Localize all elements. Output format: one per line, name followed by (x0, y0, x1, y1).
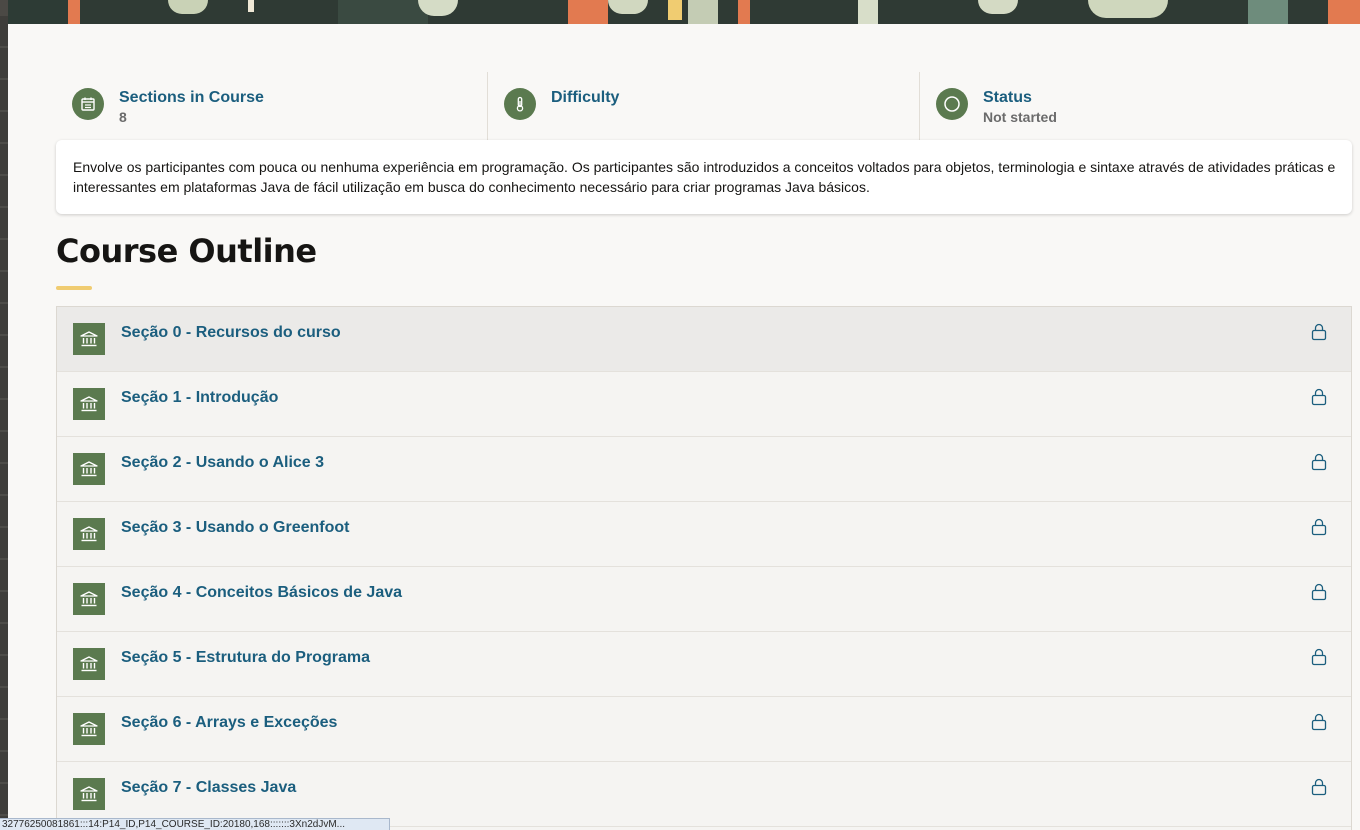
stat-title: Difficulty (551, 89, 620, 106)
section-title-link[interactable]: Seção 7 - Classes Java (121, 779, 296, 797)
stat-value: 8 (119, 109, 127, 125)
lock-icon (1311, 583, 1327, 601)
stat-title: Status (983, 89, 1032, 106)
stat-status: Status Not started (920, 72, 1352, 140)
section-title-link[interactable]: Seção 4 - Conceitos Básicos de Java (121, 584, 402, 602)
institution-icon (73, 713, 105, 745)
thermometer-icon (504, 88, 536, 120)
course-stats: Sections in Course 8 Difficulty Status N… (56, 72, 1352, 140)
institution-icon (73, 583, 105, 615)
stat-value: Not started (983, 109, 1057, 125)
lock-icon (1311, 648, 1327, 666)
course-banner-image (8, 0, 1360, 24)
section-row[interactable]: Seção 1 - Introdução (57, 372, 1351, 437)
section-title-link[interactable]: Seção 0 - Recursos do curso (121, 324, 341, 342)
lock-icon (1311, 518, 1327, 536)
section-row[interactable]: Seção 3 - Usando o Greenfoot (57, 502, 1351, 567)
stat-title: Sections in Course (119, 89, 264, 106)
browser-status-bar: 32776250081861:::14:P14_ID,P14_COURSE_ID… (0, 818, 390, 830)
stat-difficulty: Difficulty (488, 72, 920, 140)
course-description: Envolve os participantes com pouca ou ne… (56, 140, 1352, 214)
calendar-icon (72, 88, 104, 120)
heading-underline (56, 286, 92, 290)
section-title-link[interactable]: Seção 6 - Arrays e Exceções (121, 714, 337, 732)
section-title-link[interactable]: Seção 5 - Estrutura do Programa (121, 649, 370, 667)
institution-icon (73, 388, 105, 420)
section-row[interactable]: Seção 4 - Conceitos Básicos de Java (57, 567, 1351, 632)
lock-icon (1311, 388, 1327, 406)
institution-icon (73, 323, 105, 355)
lock-icon (1311, 778, 1327, 796)
status-circle-icon (936, 88, 968, 120)
window-edge (0, 16, 8, 830)
lock-icon (1311, 713, 1327, 731)
section-row[interactable]: Seção 6 - Arrays e Exceções (57, 697, 1351, 762)
course-page: Sections in Course 8 Difficulty Status N… (8, 24, 1360, 830)
institution-icon (73, 518, 105, 550)
section-row[interactable]: Seção 5 - Estrutura do Programa (57, 632, 1351, 697)
stat-sections: Sections in Course 8 (56, 72, 488, 140)
lock-icon (1311, 323, 1327, 341)
section-title-link[interactable]: Seção 2 - Usando o Alice 3 (121, 454, 324, 472)
section-row[interactable]: Seção 2 - Usando o Alice 3 (57, 437, 1351, 502)
lock-icon (1311, 453, 1327, 471)
institution-icon (73, 648, 105, 680)
institution-icon (73, 778, 105, 810)
section-title-link[interactable]: Seção 3 - Usando o Greenfoot (121, 519, 349, 537)
section-row[interactable]: Seção 0 - Recursos do curso (57, 307, 1351, 372)
course-outline-heading: Course Outline (56, 232, 317, 270)
section-title-link[interactable]: Seção 1 - Introdução (121, 389, 278, 407)
section-list: Seção 0 - Recursos do curso Seção 1 - Int… (56, 306, 1352, 830)
institution-icon (73, 453, 105, 485)
